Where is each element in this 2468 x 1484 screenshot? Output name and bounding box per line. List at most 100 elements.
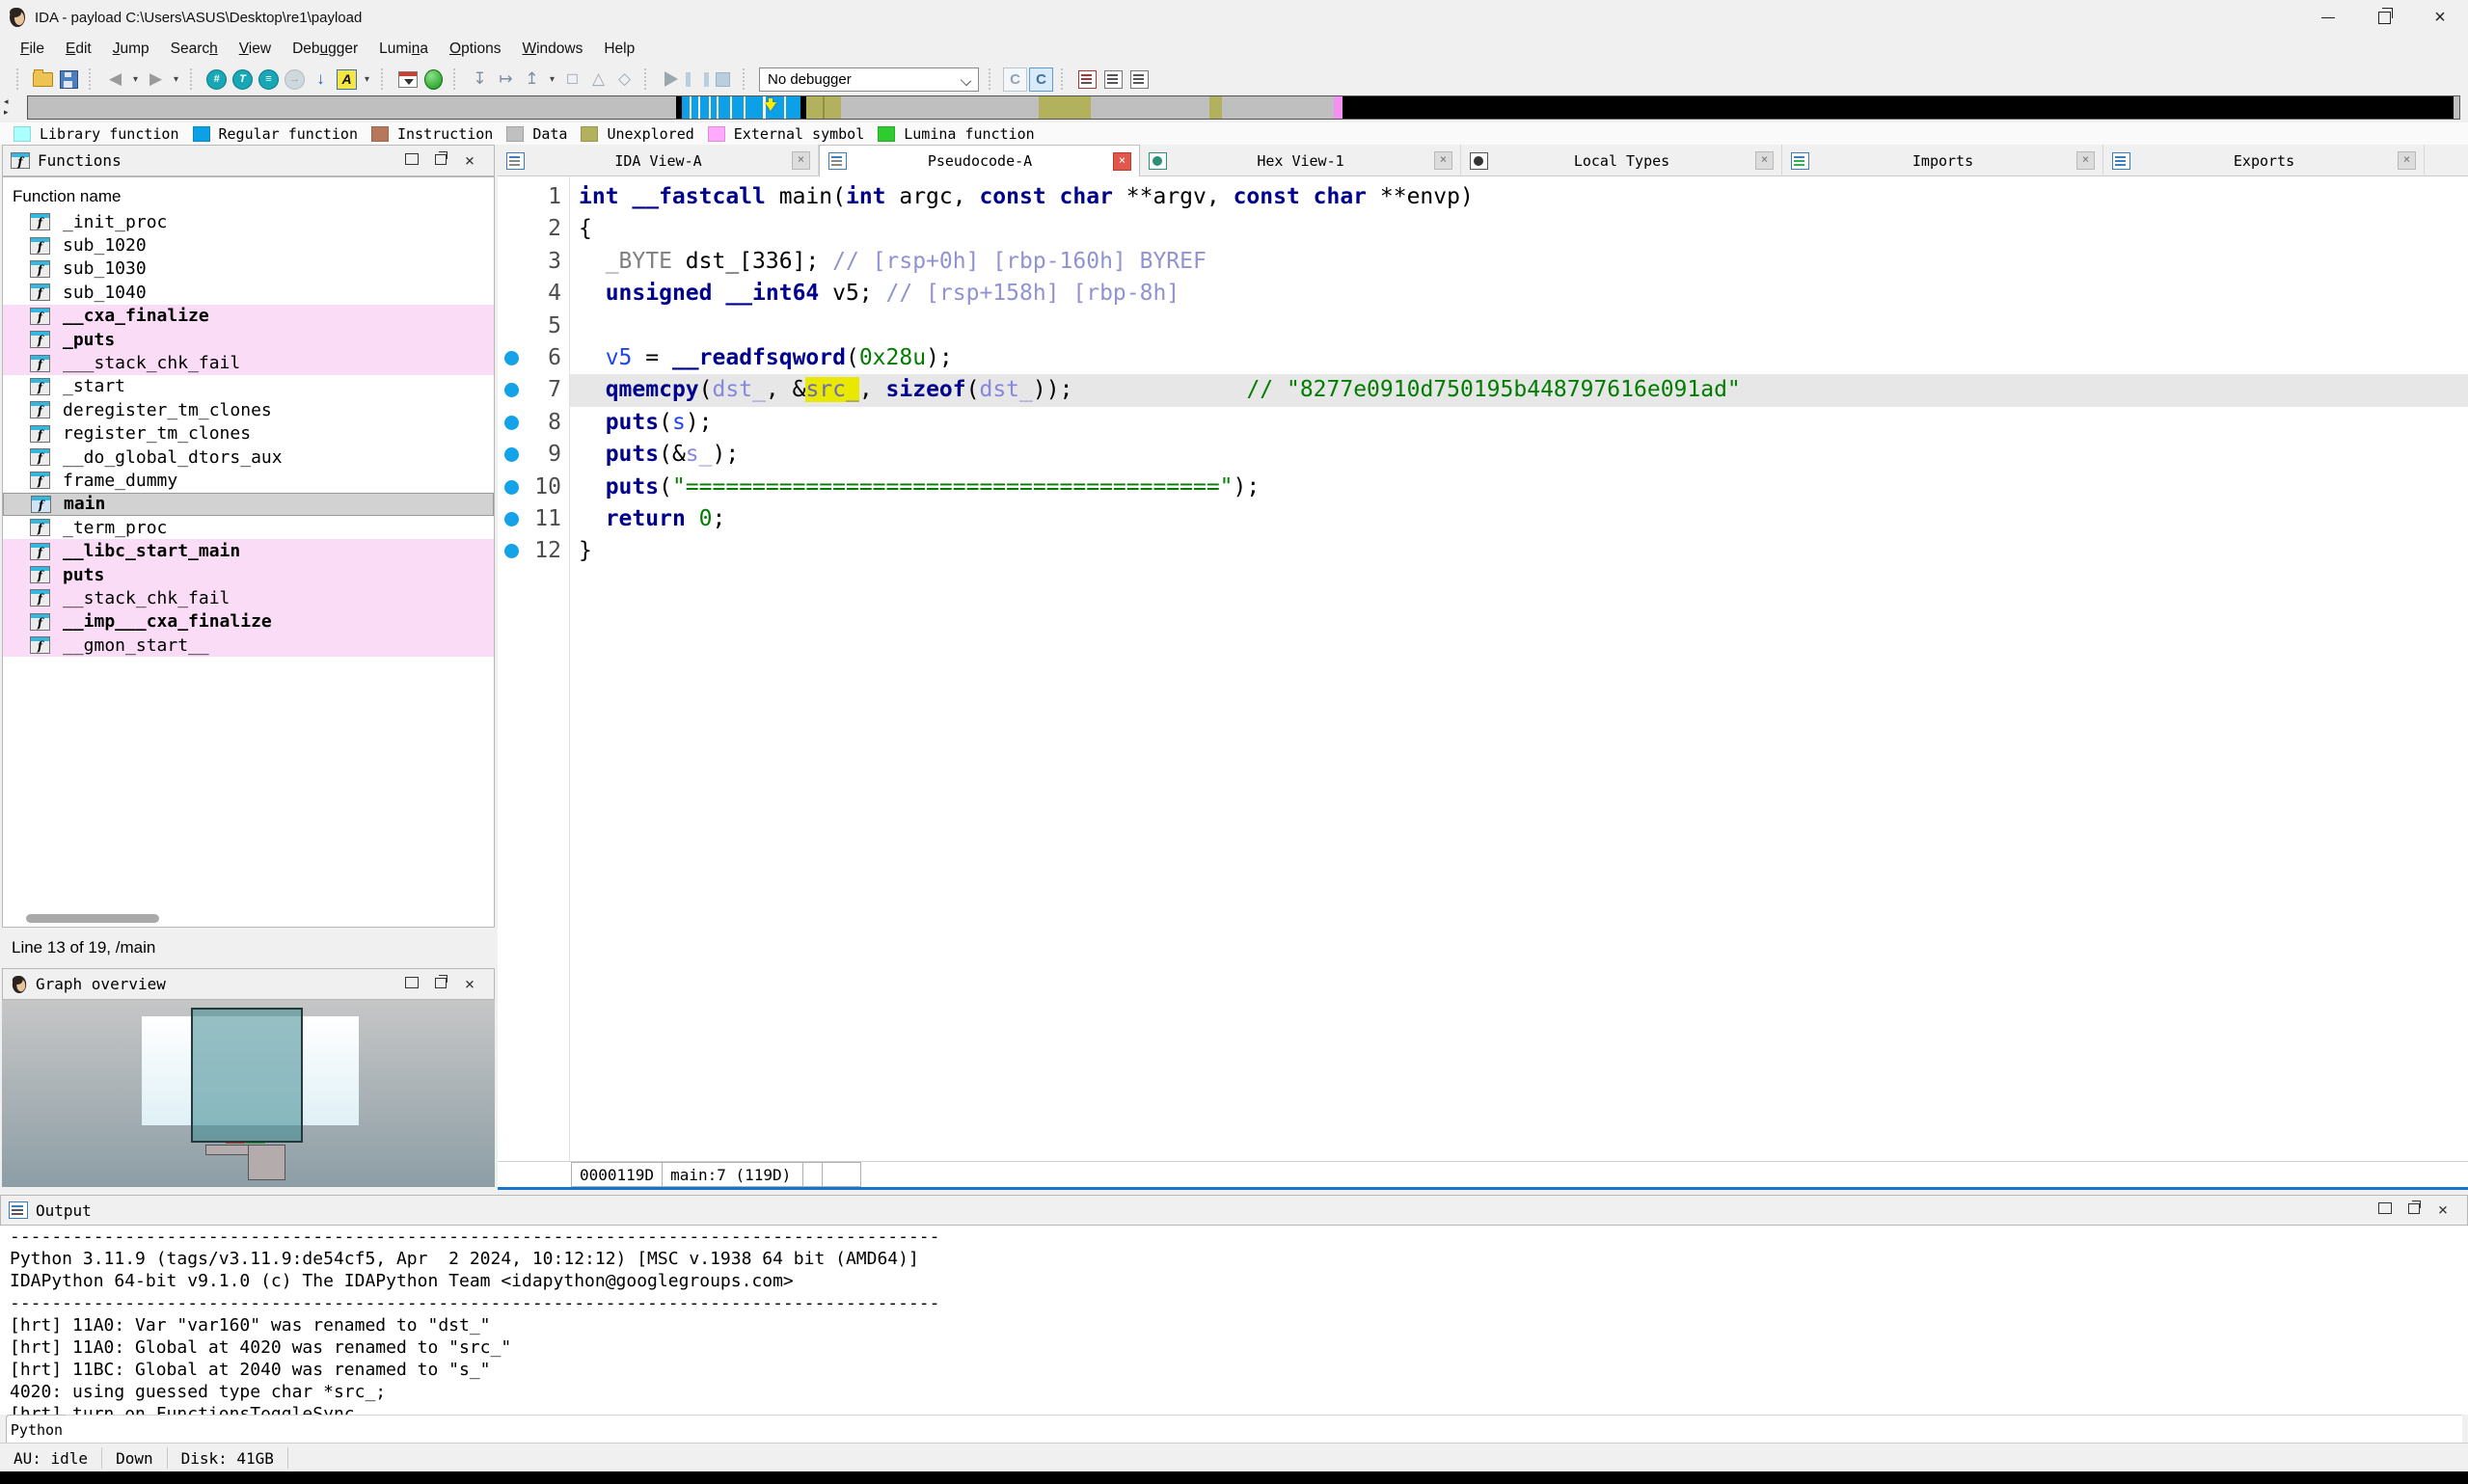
menu-lumina[interactable]: Lumina [368,37,439,62]
function-list-item-deregister_tm_clones[interactable]: deregister_tm_clones [3,398,494,421]
functions-hscrollbar-thumb[interactable] [26,914,159,923]
tab-local-types[interactable]: Local Types× [1461,145,1782,176]
functions-float-icon[interactable] [426,153,455,169]
output-maximize-icon[interactable] [2371,1202,2400,1218]
function-list-item-_puts[interactable]: _puts [3,328,494,351]
menu-jump[interactable]: Jump [102,37,160,62]
jump-problem-icon[interactable]: → [283,67,307,92]
function-list-item-frame_dummy[interactable]: frame_dummy [3,469,494,492]
output-close-icon[interactable]: × [2428,1201,2457,1220]
code-line-7[interactable]: 7 qmemcpy(dst_, &src_, sizeof(dst_)); //… [498,374,2468,406]
jump-next-icon[interactable]: ↓ [309,67,333,92]
function-list-item-__libc_start_main[interactable]: __libc_start_main [3,539,494,562]
functions-list[interactable]: Function name _init_procsub_1020sub_1030… [2,176,495,928]
function-list-item-__stack_chk_fail[interactable]: __stack_chk_fail [3,586,494,609]
debugger-selector[interactable]: No debugger [759,67,979,92]
nav-forward-icon[interactable]: ▶ [144,67,168,92]
close-button[interactable]: × [2412,0,2468,35]
code-line-10[interactable]: 10 puts("===============================… [498,472,2468,503]
menu-windows[interactable]: Windows [511,37,593,62]
breakpoint-dot[interactable] [504,512,519,526]
breakpoint-dot[interactable] [504,480,519,495]
output-log[interactable]: ----------------------------------------… [0,1226,2468,1415]
watch-icon[interactable]: ◇ [612,67,637,92]
tab-exports[interactable]: Exports× [2103,145,2425,176]
menu-help[interactable]: Help [593,37,645,62]
functions-column-header[interactable]: Function name [3,177,494,210]
tab-close-icon[interactable]: × [2076,151,2095,170]
edit-segment-icon[interactable]: △ [586,67,610,92]
tab-close-icon[interactable]: × [1113,152,1131,171]
pseudocode-view[interactable]: 1int __fastcall main(int argc, const cha… [498,176,2468,1161]
tab-close-icon[interactable]: × [1755,151,1774,170]
tab-pseudocode-a[interactable]: Pseudocode-A× [819,145,1140,176]
function-list-item-main[interactable]: main [3,493,494,516]
jump-name-icon[interactable]: T [231,67,255,92]
functions-maximize-icon[interactable] [397,153,426,169]
nav-back-icon[interactable]: ◀ [103,67,127,92]
output-window-icon[interactable] [1127,67,1152,92]
pause-process-icon[interactable] [685,67,709,92]
breakpoint-dot[interactable] [504,416,519,430]
code-line-4[interactable]: 4 unsigned __int64 v5; // [rsp+158h] [rb… [498,278,2468,310]
function-list-item-sub_1020[interactable]: sub_1020 [3,233,494,256]
jump-address-icon[interactable]: # [204,67,229,92]
step-into-icon[interactable]: ↧ [468,67,492,92]
navigation-band[interactable] [27,95,2460,120]
function-list-item-register_tm_clones[interactable]: register_tm_clones [3,422,494,445]
breakpoint-dot[interactable] [504,351,519,365]
script-snippets-icon[interactable] [1101,67,1126,92]
start-process-icon[interactable] [659,67,683,92]
stop-process-icon[interactable] [711,67,735,92]
rename-icon[interactable]: A [335,67,359,92]
graph-overview-header[interactable]: Graph overview × [2,968,495,1000]
recent-scripts-icon[interactable] [1075,67,1099,92]
rename-dropdown-icon[interactable]: ▾ [361,67,373,92]
code-line-8[interactable]: 8 puts(s); [498,407,2468,439]
functions-hscrollbar[interactable] [7,914,489,923]
run-until-return-icon[interactable]: ↥ [520,67,544,92]
output-panel-header[interactable]: Output × [0,1195,2468,1226]
graph-float-icon[interactable] [426,977,455,992]
save-database-icon[interactable] [57,67,81,92]
graph-maximize-icon[interactable] [397,977,426,992]
menu-search[interactable]: Search [160,37,229,62]
function-list-item-__cxa_finalize[interactable]: __cxa_finalize [3,305,494,328]
code-line-2[interactable]: 2{ [498,213,2468,245]
run-analysis-icon[interactable] [421,67,446,92]
menu-edit[interactable]: Edit [55,37,102,62]
code-line-5[interactable]: 5 [498,310,2468,342]
tab-imports[interactable]: Imports× [1782,145,2103,176]
tab-close-icon[interactable]: × [1434,151,1452,170]
restore-button[interactable] [2356,0,2412,35]
script-command-icon[interactable]: C [1029,67,1053,92]
menu-file[interactable]: File [10,37,55,62]
jump-function-icon[interactable]: ≡ [257,67,281,92]
function-list-item-__gmon_start__[interactable]: __gmon_start__ [3,634,494,657]
python-cli-input[interactable] [66,1415,2462,1444]
nav-forward-dropdown-icon[interactable]: ▾ [170,67,182,92]
graph-overview-canvas[interactable] [2,1000,495,1187]
code-line-1[interactable]: 1int __fastcall main(int argc, const cha… [498,181,2468,213]
functions-close-icon[interactable]: × [455,151,484,171]
graph-viewport-rect[interactable] [191,1008,303,1143]
step-dropdown-icon[interactable]: ▾ [546,67,558,92]
nav-back-dropdown-icon[interactable]: ▾ [129,67,142,92]
function-list-item-puts[interactable]: puts [3,563,494,586]
tab-ida-view-a[interactable]: IDA View-A× [498,145,819,176]
step-over-icon[interactable]: ↦ [494,67,518,92]
function-list-item-sub_1030[interactable]: sub_1030 [3,257,494,281]
tab-close-icon[interactable]: × [2398,151,2416,170]
function-list-item-__do_global_dtors_aux[interactable]: __do_global_dtors_aux [3,445,494,469]
debug-window-icon[interactable]: □ [560,67,584,92]
code-line-6[interactable]: 6 v5 = __readfsqword(0x28u); [498,342,2468,374]
output-float-icon[interactable] [2400,1202,2428,1218]
tab-close-icon[interactable]: × [792,151,810,170]
code-line-11[interactable]: 11 return 0; [498,503,2468,535]
function-list-item-__imp___cxa_finalize[interactable]: __imp___cxa_finalize [3,610,494,634]
function-list-item-sub_1040[interactable]: sub_1040 [3,281,494,304]
band-scroll-arrows-icon[interactable]: ◂▸ [4,96,25,121]
compile-file-icon[interactable]: C [1003,67,1027,92]
menu-view[interactable]: View [229,37,282,62]
function-list-item-_start[interactable]: _start [3,375,494,398]
